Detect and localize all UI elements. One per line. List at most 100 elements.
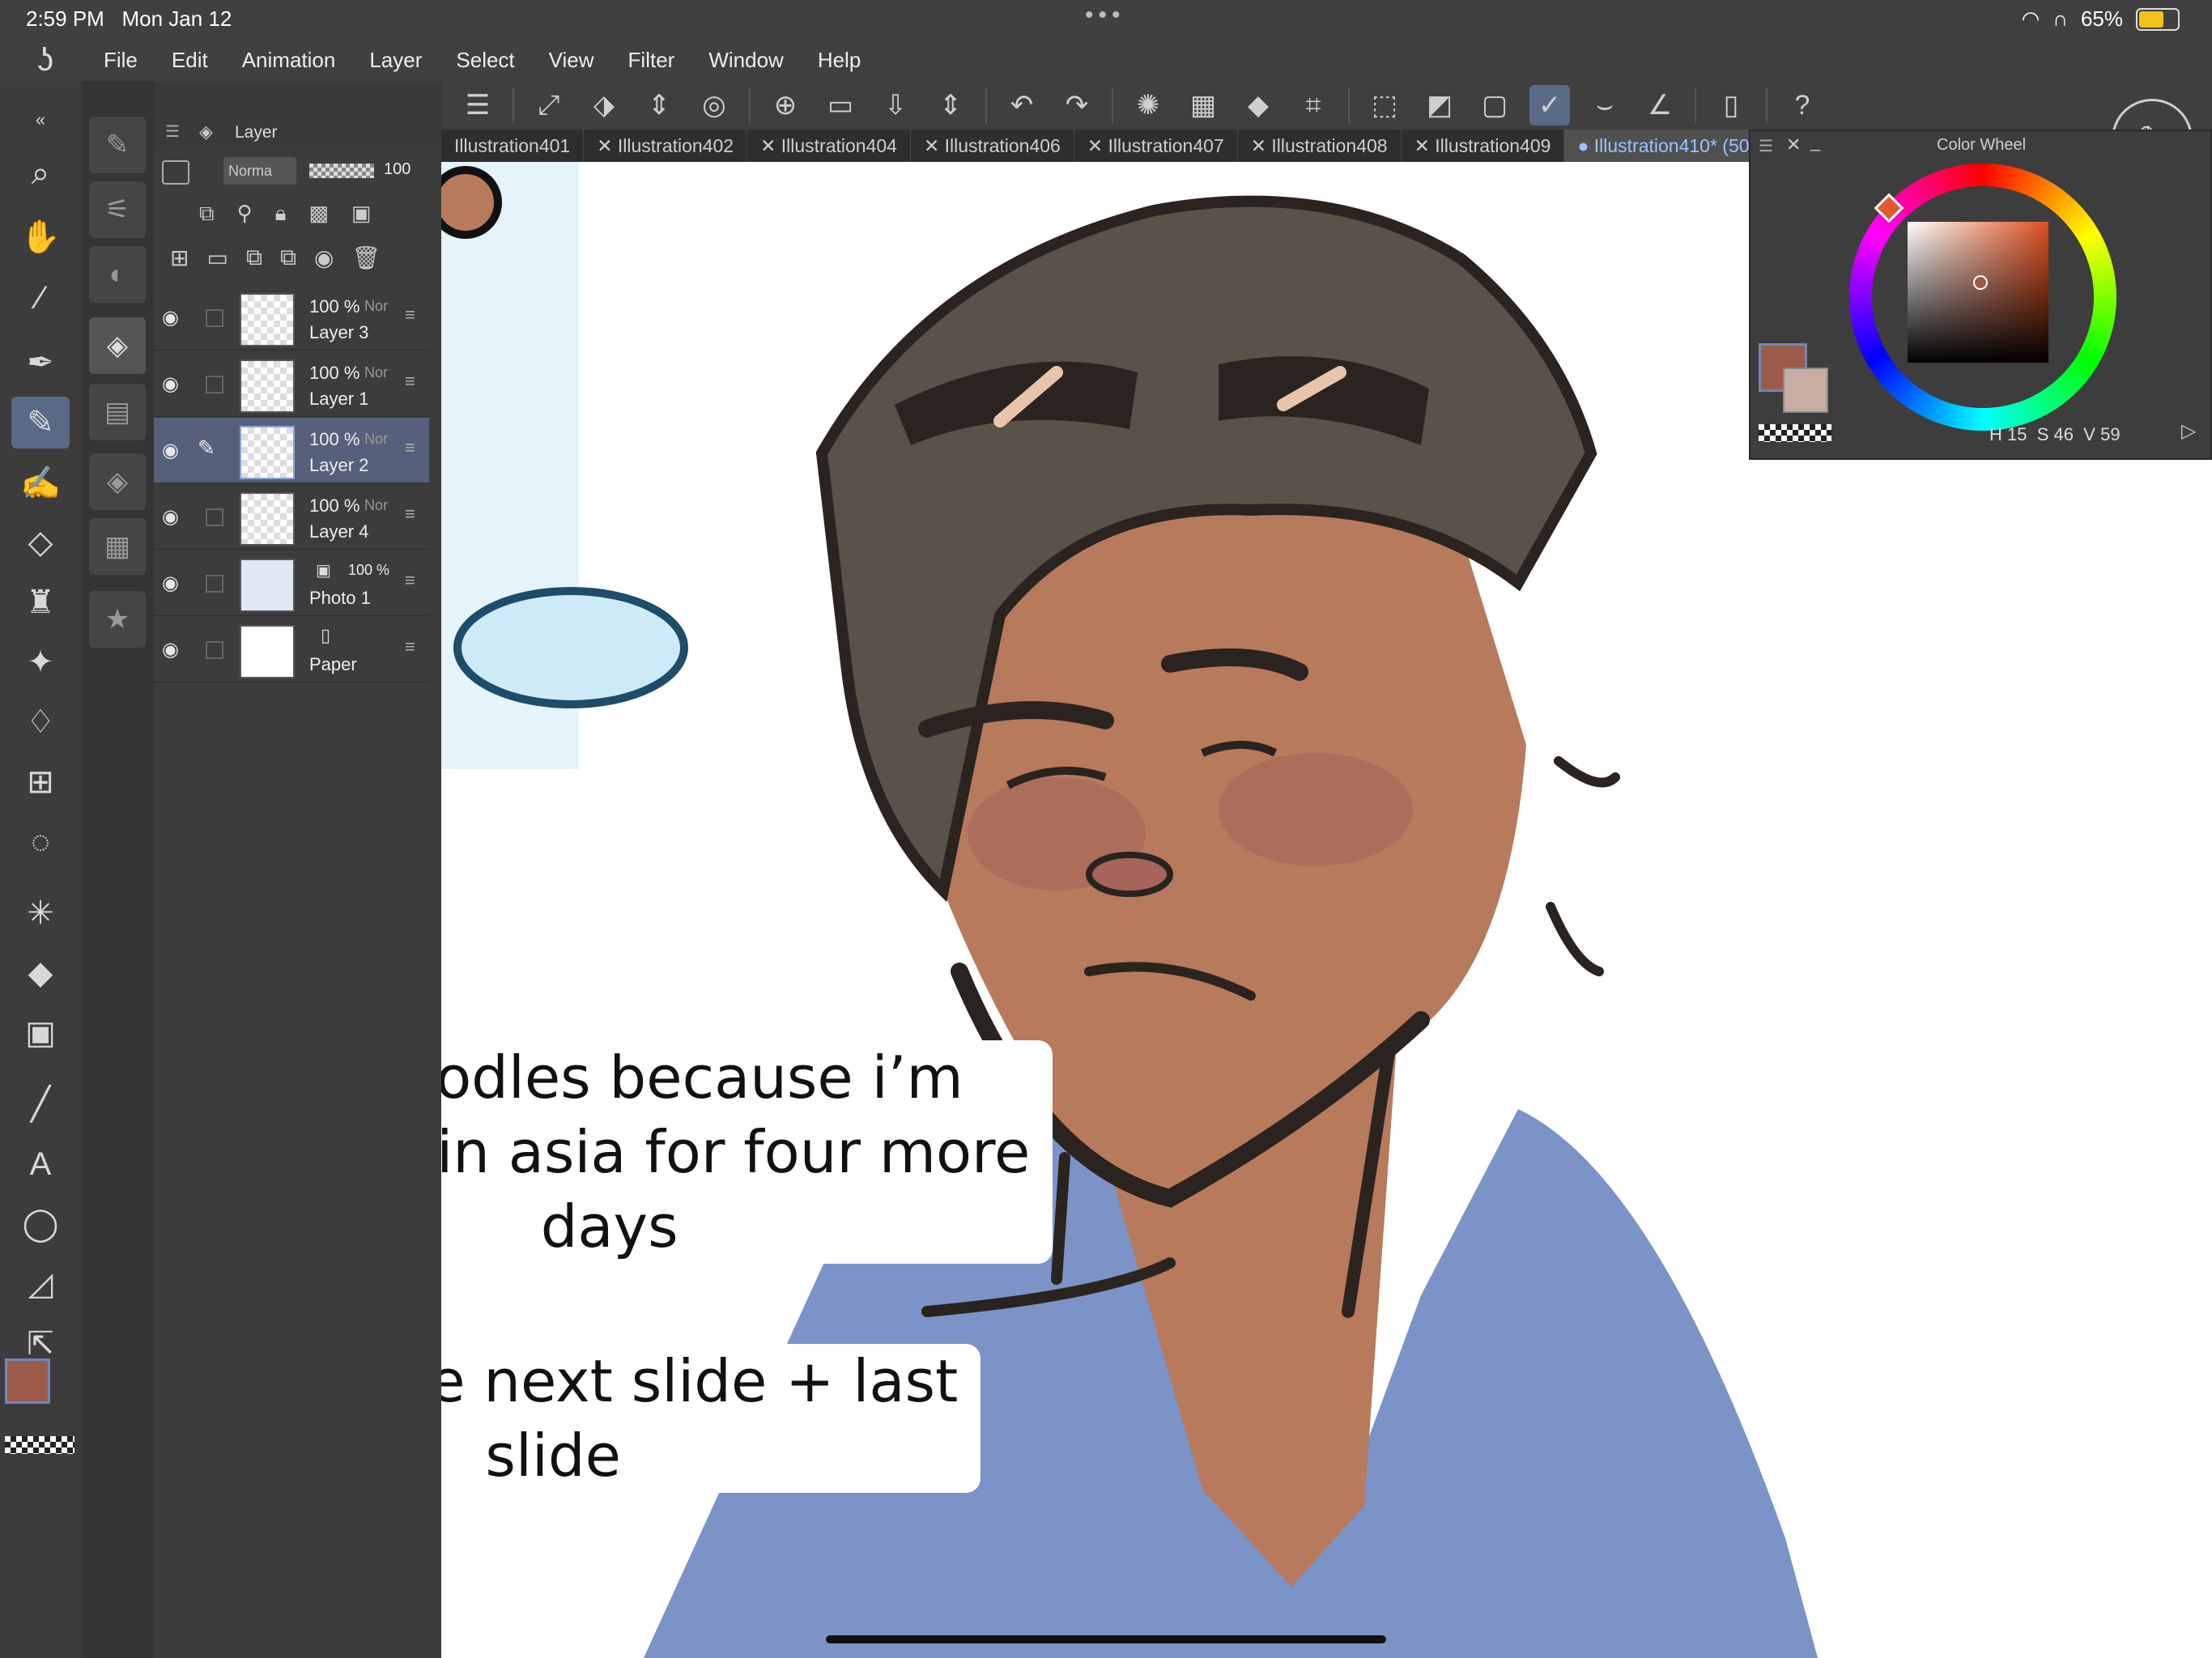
transform-icon[interactable]: ⬗ — [584, 85, 624, 125]
menu-edit[interactable]: Edit — [172, 48, 208, 73]
layer-checkbox[interactable] — [206, 309, 223, 327]
new-canvas-icon[interactable]: ⊕ — [765, 85, 806, 125]
eraser-tool-icon[interactable]: ◇ — [11, 517, 70, 568]
hamburger-menu-icon[interactable]: ☰ — [457, 85, 498, 125]
text-tool-icon[interactable]: A — [11, 1138, 70, 1190]
hand-tool-icon[interactable]: ✋ — [11, 210, 70, 262]
blend-mode-select[interactable]: Norma — [223, 157, 296, 185]
layer-property-icon[interactable]: ◈ — [89, 453, 146, 510]
deselect-icon[interactable]: ⬚ — [1364, 85, 1405, 125]
color-picker-handle[interactable] — [1973, 275, 1988, 290]
favorites-icon[interactable]: ★ — [89, 591, 146, 648]
eye-icon[interactable]: ◉ — [162, 306, 179, 329]
delete-layer-icon[interactable]: 🗑︎ — [351, 244, 381, 280]
fill-icon[interactable]: ◆ — [1238, 85, 1278, 125]
layer-row[interactable]: ◉ 100 % Nor Layer 3 ≡ — [154, 285, 429, 351]
crop-icon[interactable]: ⌗ — [1293, 85, 1334, 125]
menu-view[interactable]: View — [549, 48, 594, 73]
layer-checkbox[interactable] — [206, 376, 223, 393]
layer-row[interactable]: ◉ ✎ 100 % Nor Layer 2 ≡ — [154, 418, 429, 483]
tab-illustration408[interactable]: ✕ Illustration408 — [1238, 130, 1402, 162]
eye-icon[interactable]: ◉ — [162, 439, 179, 462]
brush-tool-icon[interactable]: ✍ — [11, 457, 70, 508]
layer-checkbox[interactable] — [206, 508, 223, 526]
lock-icon[interactable]: 🔒︎ — [275, 201, 287, 236]
resize-icon[interactable]: ⤢ — [529, 85, 569, 125]
layer-mask-icon[interactable]: ◉ — [314, 244, 334, 280]
pen-tool-icon[interactable]: ✒ — [11, 337, 70, 389]
device-icon[interactable]: ▯ — [1711, 85, 1751, 125]
eye-icon[interactable]: ◉ — [162, 505, 179, 529]
reference-icon[interactable]: ⚲ — [237, 201, 253, 236]
line-tool-icon[interactable]: ╱ — [11, 1078, 70, 1130]
undo-icon[interactable]: ↶ — [1002, 85, 1042, 125]
drag-handle-icon[interactable]: ≡ — [405, 437, 415, 458]
menu-select[interactable]: Select — [456, 48, 514, 73]
decoration-tool-icon[interactable]: ✦ — [11, 636, 70, 688]
invert-selection-icon[interactable]: ◩ — [1419, 85, 1460, 125]
multitasking-dots[interactable]: ••• — [1085, 2, 1125, 29]
navigator-icon[interactable]: ◐ — [89, 246, 146, 303]
pencil-tool-icon[interactable]: ✎ — [11, 397, 70, 449]
drag-handle-icon[interactable]: ≡ — [405, 371, 415, 392]
layer-color-icon[interactable] — [162, 160, 189, 185]
tab-illustration407[interactable]: ✕ Illustration407 — [1074, 130, 1238, 162]
mask-icon[interactable]: ▣ — [351, 201, 372, 236]
gradient-tool-icon[interactable]: ▣ — [11, 1007, 70, 1059]
menu-window[interactable]: Window — [708, 48, 783, 73]
layer-checkbox[interactable] — [206, 641, 223, 659]
play-icon[interactable]: ▷ — [2181, 419, 2196, 443]
transparent-color-swatch[interactable] — [1759, 424, 1831, 442]
drag-handle-icon[interactable]: ≡ — [405, 570, 415, 591]
home-indicator[interactable] — [826, 1635, 1386, 1643]
app-logo-icon[interactable]: ʖ — [26, 44, 65, 76]
subtool-pencil-icon[interactable]: ✎ — [89, 117, 146, 173]
panel-menu-icon[interactable]: ☰ — [165, 121, 180, 142]
brush-mode-icon[interactable]: ⌣ — [1585, 85, 1625, 125]
material-icon[interactable]: ▦ — [89, 518, 146, 575]
tab-illustration410[interactable]: ● Illustration410* (5000 — [1564, 130, 1749, 162]
saturation-value-square[interactable] — [1908, 222, 2048, 363]
pen-mode-icon[interactable]: ✓ — [1529, 85, 1570, 125]
layer-row[interactable]: ◉ 100 % Nor Layer 1 ≡ — [154, 351, 429, 417]
tab-illustration401[interactable]: Illustration401 — [441, 130, 585, 162]
tab-illustration402[interactable]: ✕ Illustration402 — [584, 130, 748, 162]
lasso-tool-icon[interactable]: ◌ — [11, 816, 70, 868]
drag-handle-icon[interactable]: ≡ — [405, 636, 415, 657]
layer-checkbox[interactable] — [206, 575, 223, 593]
eye-icon[interactable]: ◉ — [162, 372, 179, 396]
collapse-arrows-icon[interactable]: « — [11, 94, 70, 146]
eye-icon[interactable]: ◉ — [162, 638, 179, 661]
panel-menu-icon[interactable]: ☰ — [1759, 136, 1773, 156]
tool-property-icon[interactable]: ⚟ — [89, 181, 146, 238]
layer-panel-icon[interactable]: ◈ — [89, 317, 146, 374]
companion-icon[interactable]: ◎ — [694, 85, 734, 125]
minimize-icon[interactable]: _ — [1810, 131, 1820, 152]
opacity-slider[interactable] — [309, 164, 374, 178]
reorder-icon[interactable]: ⇕ — [639, 85, 679, 125]
duplicate-layer-icon[interactable]: ⧉ — [246, 244, 262, 280]
merge-layer-icon[interactable]: ⧉ — [280, 244, 296, 280]
fill-tool-icon[interactable]: ◆ — [11, 947, 70, 999]
save-icon[interactable]: ⇩ — [875, 85, 916, 125]
lock-transparency-icon[interactable]: ▩ — [308, 201, 329, 236]
drag-handle-icon[interactable]: ≡ — [405, 304, 415, 325]
animation-timeline-icon[interactable]: ▤ — [89, 384, 146, 440]
help-icon[interactable]: ? — [1782, 85, 1823, 125]
loading-icon[interactable]: ✺ — [1128, 85, 1168, 125]
layer-row[interactable]: ◉ 100 % Nor Layer 4 ≡ — [154, 484, 429, 550]
eye-icon[interactable]: ◉ — [162, 572, 179, 595]
main-color-swatch[interactable] — [5, 1358, 50, 1404]
menu-file[interactable]: File — [104, 48, 138, 73]
menu-help[interactable]: Help — [818, 48, 861, 73]
stabilizer-icon[interactable]: ∠ — [1640, 85, 1680, 125]
clear-icon[interactable]: ▦ — [1183, 85, 1223, 125]
layer-row[interactable]: ◉ ▣ 100 % Photo 1 ≡ — [154, 551, 429, 616]
sub-color-swatch[interactable] — [1783, 368, 1828, 413]
new-folder-icon[interactable]: ▭ — [206, 244, 228, 280]
tab-illustration409[interactable]: ✕ Illustration409 — [1402, 130, 1565, 162]
more-arrows-icon[interactable]: ⇕ — [930, 85, 971, 125]
blend-tool-icon[interactable]: ♢ — [11, 696, 70, 748]
layer-row[interactable]: ◉ ▯ Paper ≡ — [154, 617, 429, 682]
new-raster-layer-icon[interactable]: ⊞ — [170, 244, 189, 280]
